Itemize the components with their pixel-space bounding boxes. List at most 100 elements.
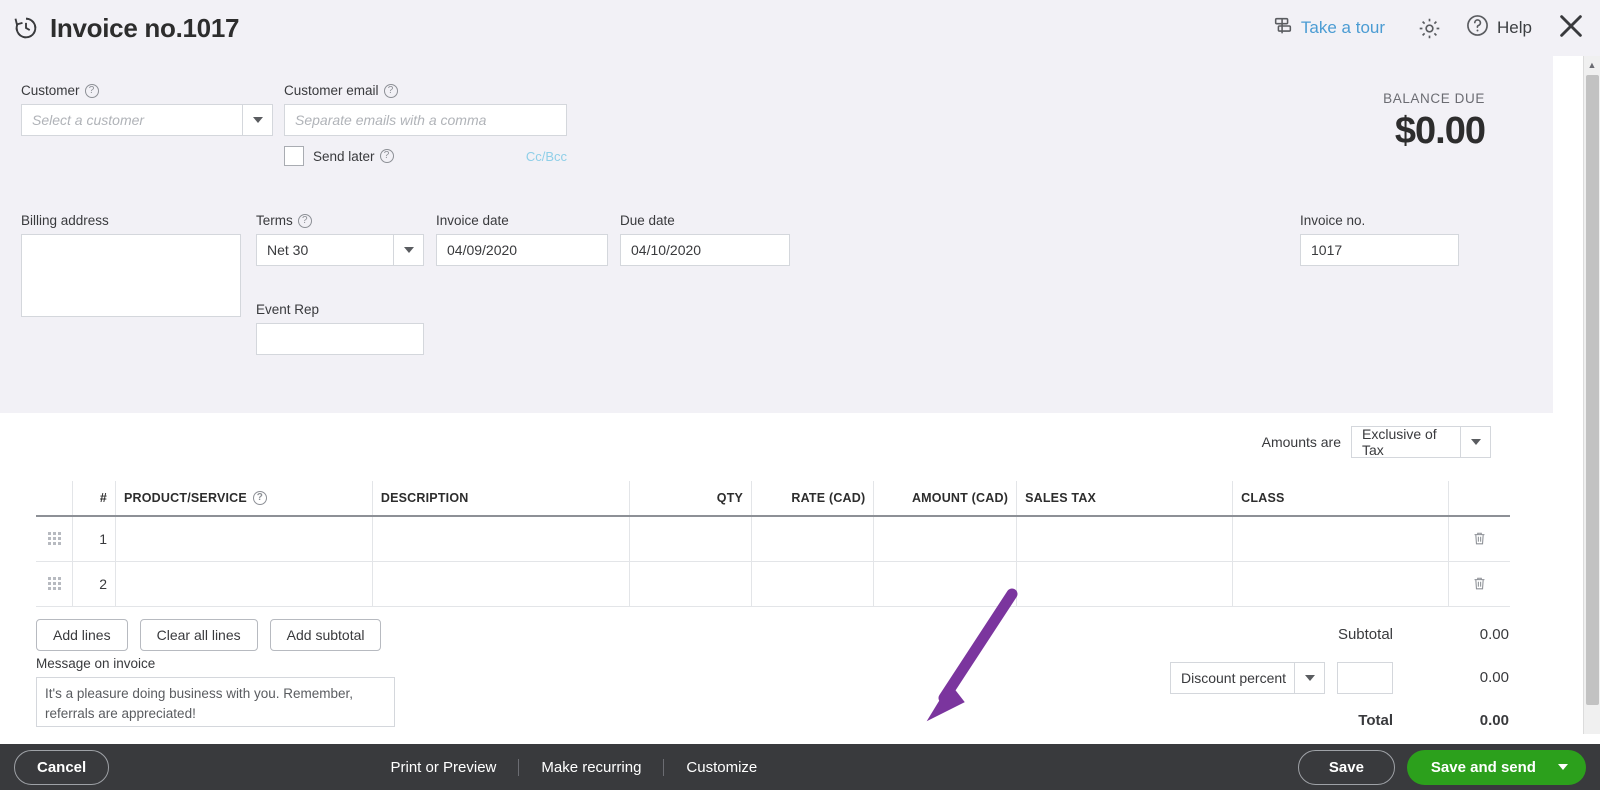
cell-description[interactable] xyxy=(371,561,630,607)
subtotal-row: Subtotal 0.00 xyxy=(1089,613,1509,656)
clear-all-lines-button[interactable]: Clear all lines xyxy=(139,619,258,651)
column-product-service: PRODUCT/SERVICE ? xyxy=(115,481,373,517)
amounts-are-select[interactable]: Exclusive of Tax xyxy=(1351,426,1491,458)
invoice-date-group: Invoice date 04/09/2020 xyxy=(436,213,608,266)
terms-help-icon[interactable]: ? xyxy=(297,213,312,228)
chevron-down-icon[interactable] xyxy=(242,105,272,135)
table-row[interactable]: 1 xyxy=(36,516,1510,562)
terms-select-value: Net 30 xyxy=(267,242,309,258)
close-x-icon[interactable] xyxy=(1556,11,1586,46)
amounts-are-label: Amounts are xyxy=(1261,434,1341,450)
customer-email-input[interactable]: Separate emails with a comma xyxy=(284,104,567,136)
chevron-down-icon[interactable] xyxy=(393,235,423,265)
help-button[interactable]: Help xyxy=(1465,13,1532,43)
customize-button[interactable]: Customize xyxy=(663,758,779,776)
row-delete-cell[interactable] xyxy=(1448,516,1510,562)
billing-address-label: Billing address xyxy=(21,213,109,228)
trash-icon[interactable] xyxy=(1457,575,1502,592)
terms-group: Terms ? Net 30 xyxy=(256,213,424,266)
customer-email-field-group: Customer email ? Separate emails with a … xyxy=(284,83,567,136)
cell-sales-tax[interactable] xyxy=(1016,516,1233,562)
cell-amount[interactable] xyxy=(873,516,1017,562)
column-num: # xyxy=(72,481,116,517)
add-subtotal-button[interactable]: Add subtotal xyxy=(269,619,382,651)
save-button[interactable]: Save xyxy=(1297,749,1395,785)
chevron-down-icon[interactable] xyxy=(1557,764,1568,770)
invoice-no-group: Invoice no. 1017 xyxy=(1300,213,1459,266)
drag-handle-icon[interactable] xyxy=(47,577,61,590)
take-a-tour-label: Take a tour xyxy=(1300,18,1386,37)
gear-icon[interactable] xyxy=(1409,8,1449,48)
billing-address-textarea[interactable] xyxy=(21,234,241,317)
event-rep-input[interactable] xyxy=(256,323,424,355)
cc-bcc-link[interactable]: Cc/Bcc xyxy=(526,149,567,164)
cell-rate[interactable] xyxy=(751,516,874,562)
send-later-row: Send later ? Cc/Bcc xyxy=(284,146,567,166)
scroll-up-arrow-icon[interactable]: ▲ xyxy=(1584,56,1600,73)
history-clock-icon[interactable] xyxy=(12,14,40,42)
send-later-checkbox[interactable] xyxy=(284,146,304,166)
customer-select[interactable]: Select a customer xyxy=(21,104,273,136)
chevron-down-icon[interactable] xyxy=(1294,662,1324,693)
event-rep-group: Event Rep xyxy=(256,302,424,355)
total-row: Total 0.00 xyxy=(1089,699,1509,742)
cell-class[interactable] xyxy=(1232,561,1449,607)
cell-amount[interactable] xyxy=(873,561,1017,607)
cell-qty[interactable] xyxy=(628,516,752,562)
product-service-help-icon[interactable]: ? xyxy=(252,491,267,505)
message-on-invoice-textarea[interactable]: It's a pleasure doing business with you.… xyxy=(36,677,395,727)
customer-email-label: Customer email ? xyxy=(284,83,567,98)
column-description: DESCRIPTION xyxy=(371,481,630,517)
save-and-send-button[interactable]: Save and send xyxy=(1406,749,1586,785)
chevron-down-icon[interactable] xyxy=(1460,427,1490,457)
print-or-preview-button[interactable]: Print or Preview xyxy=(369,759,519,776)
send-later-help-icon[interactable]: ? xyxy=(379,149,394,163)
cell-sales-tax[interactable] xyxy=(1016,561,1233,607)
due-date-input[interactable]: 04/10/2020 xyxy=(620,234,790,266)
line-items-body: 1 2 xyxy=(36,516,1510,607)
cell-class[interactable] xyxy=(1232,516,1449,562)
line-items-table: # PRODUCT/SERVICE ? DESCRIPTION QTY RATE… xyxy=(36,481,1510,607)
message-on-invoice-group: Message on invoice It's a pleasure doing… xyxy=(36,656,395,727)
row-delete-cell[interactable] xyxy=(1448,561,1510,607)
add-lines-button[interactable]: Add lines xyxy=(36,619,128,651)
table-row[interactable]: 2 xyxy=(36,561,1510,607)
terms-select[interactable]: Net 30 xyxy=(256,234,424,266)
row-number: 2 xyxy=(72,561,116,607)
make-recurring-button[interactable]: Make recurring xyxy=(518,758,663,776)
line-items-section: Amounts are Exclusive of Tax # PRODUCT/S… xyxy=(0,413,1553,729)
customer-email-help-icon[interactable]: ? xyxy=(383,83,398,98)
trash-icon[interactable] xyxy=(1457,530,1502,547)
customer-help-icon[interactable]: ? xyxy=(84,83,99,98)
discount-value: 0.00 xyxy=(1479,669,1509,686)
cell-description[interactable] xyxy=(371,516,630,562)
save-and-send-label: Save and send xyxy=(1430,758,1536,776)
invoice-no-input[interactable]: 1017 xyxy=(1300,234,1459,266)
column-amount: AMOUNT (CAD) xyxy=(873,481,1017,517)
row-drag-handle[interactable] xyxy=(36,561,73,607)
amounts-are-group: Amounts are Exclusive of Tax xyxy=(1262,426,1491,458)
balance-due-label: BALANCE DUE xyxy=(1383,91,1485,106)
cancel-button[interactable]: Cancel xyxy=(14,749,110,785)
title-group: Invoice no.1017 xyxy=(0,13,239,44)
message-on-invoice-label: Message on invoice xyxy=(36,656,156,671)
total-label: Total xyxy=(1358,712,1393,729)
drag-handle-icon[interactable] xyxy=(47,532,61,546)
invoice-date-input[interactable]: 04/09/2020 xyxy=(436,234,608,266)
cell-product-service[interactable] xyxy=(115,516,373,562)
vertical-scrollbar[interactable]: ▲ xyxy=(1583,56,1600,734)
scrollbar-thumb[interactable] xyxy=(1586,75,1599,705)
invoice-date-label: Invoice date xyxy=(436,213,509,228)
cell-rate[interactable] xyxy=(751,561,874,607)
cell-product-service[interactable] xyxy=(115,561,373,607)
cell-qty[interactable] xyxy=(628,561,752,607)
discount-type-select[interactable]: Discount percent xyxy=(1170,661,1325,694)
send-later-label: Send later ? xyxy=(313,149,394,164)
row-drag-handle[interactable] xyxy=(36,516,73,562)
take-a-tour-button[interactable]: Take a tour xyxy=(1272,15,1385,42)
discount-amount-input[interactable] xyxy=(1337,661,1393,694)
discount-row: Discount percent 0.00 xyxy=(1089,656,1509,699)
subtotal-label: Subtotal xyxy=(1337,626,1393,643)
column-drag xyxy=(36,481,73,517)
window-titlebar: Invoice no.1017 Take a tour Help xyxy=(0,0,1600,56)
